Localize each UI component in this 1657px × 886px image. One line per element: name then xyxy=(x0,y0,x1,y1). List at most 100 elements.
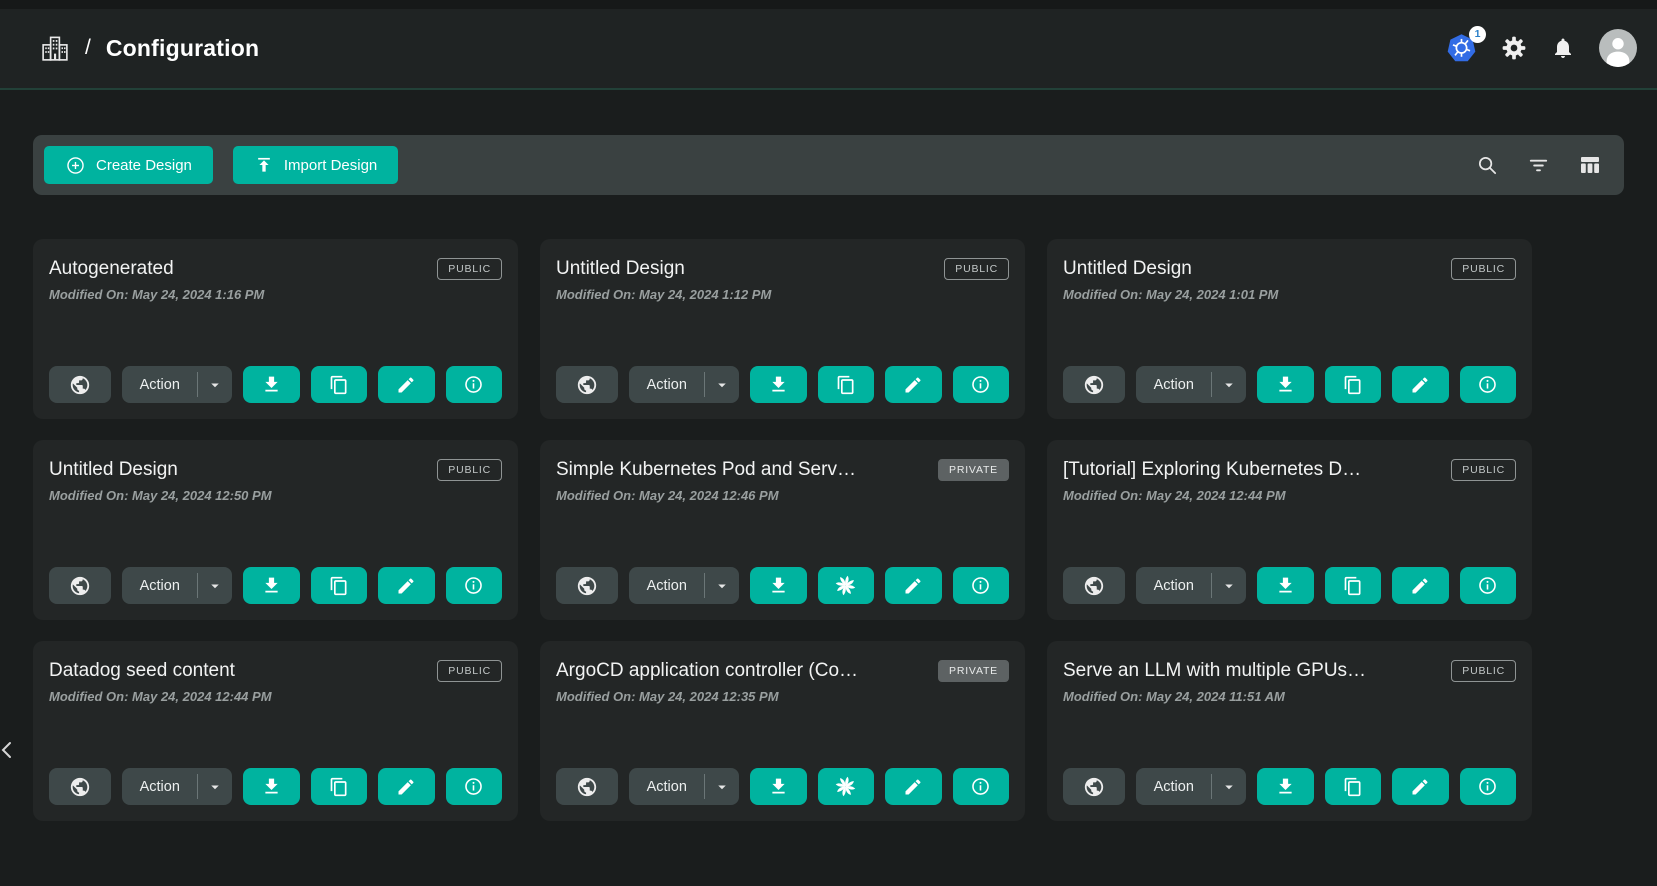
action-split-button[interactable]: Action xyxy=(629,567,739,604)
context-count-badge: 1 xyxy=(1469,26,1486,43)
clone-button[interactable] xyxy=(818,768,874,805)
action-button-label[interactable]: Action xyxy=(122,377,197,393)
visibility-globe-button[interactable] xyxy=(556,567,618,604)
download-button[interactable] xyxy=(750,567,806,604)
download-button[interactable] xyxy=(750,768,806,805)
download-button[interactable] xyxy=(1257,567,1313,604)
action-split-button[interactable]: Action xyxy=(1136,768,1246,805)
toolbar: Create Design Import Design xyxy=(33,135,1624,195)
clone-button[interactable] xyxy=(1325,768,1381,805)
download-button[interactable] xyxy=(243,366,299,403)
edit-button[interactable] xyxy=(378,567,434,604)
import-design-label: Import Design xyxy=(284,157,377,174)
clone-button[interactable] xyxy=(818,567,874,604)
action-button-label[interactable]: Action xyxy=(122,779,197,795)
edit-button[interactable] xyxy=(378,768,434,805)
action-button-label[interactable]: Action xyxy=(1136,779,1211,795)
edit-button[interactable] xyxy=(885,366,941,403)
notifications-button[interactable] xyxy=(1551,36,1575,60)
info-button[interactable] xyxy=(446,567,502,604)
action-dropdown-button[interactable] xyxy=(1212,376,1246,394)
action-dropdown-button[interactable] xyxy=(705,376,739,394)
edit-button[interactable] xyxy=(885,768,941,805)
clone-button[interactable] xyxy=(1325,366,1381,403)
action-dropdown-button[interactable] xyxy=(198,778,232,796)
kubernetes-context-button[interactable]: 1 xyxy=(1446,33,1477,64)
spiral-design-icon xyxy=(834,574,857,597)
visibility-globe-button[interactable] xyxy=(1063,366,1125,403)
action-split-button[interactable]: Action xyxy=(629,768,739,805)
visibility-globe-button[interactable] xyxy=(49,366,111,403)
edit-button[interactable] xyxy=(1392,366,1448,403)
edit-button[interactable] xyxy=(1392,768,1448,805)
create-design-button[interactable]: Create Design xyxy=(44,146,213,184)
plus-circle-icon xyxy=(65,155,86,176)
action-button-label[interactable]: Action xyxy=(122,578,197,594)
info-button[interactable] xyxy=(953,366,1009,403)
download-button[interactable] xyxy=(1257,366,1313,403)
action-split-button[interactable]: Action xyxy=(122,567,232,604)
table-view-button[interactable] xyxy=(1578,153,1602,177)
info-button[interactable] xyxy=(446,366,502,403)
clone-button[interactable] xyxy=(311,366,367,403)
action-dropdown-button[interactable] xyxy=(1212,577,1246,595)
action-split-button[interactable]: Action xyxy=(1136,567,1246,604)
info-button[interactable] xyxy=(953,567,1009,604)
action-split-button[interactable]: Action xyxy=(1136,366,1246,403)
visibility-globe-button[interactable] xyxy=(556,366,618,403)
info-button[interactable] xyxy=(1460,567,1516,604)
action-button-label[interactable]: Action xyxy=(629,377,704,393)
design-card: ArgoCD application controller (Co… PRIVA… xyxy=(540,641,1025,821)
drawer-collapse-button[interactable] xyxy=(0,731,21,769)
visibility-globe-button[interactable] xyxy=(49,768,111,805)
edit-button[interactable] xyxy=(378,366,434,403)
visibility-globe-button[interactable] xyxy=(49,567,111,604)
breadcrumb-separator: / xyxy=(85,36,91,60)
action-split-button[interactable]: Action xyxy=(122,366,232,403)
globe-icon xyxy=(69,374,91,396)
download-icon xyxy=(768,776,789,797)
globe-icon xyxy=(576,575,598,597)
design-card: Untitled Design PUBLIC Modified On: May … xyxy=(540,239,1025,419)
organization-building-icon[interactable] xyxy=(40,33,70,63)
search-button[interactable] xyxy=(1476,154,1499,177)
action-dropdown-button[interactable] xyxy=(705,577,739,595)
info-button[interactable] xyxy=(1460,366,1516,403)
toolbar-view-controls xyxy=(1476,153,1602,177)
card-actions: Action xyxy=(1063,366,1516,403)
visibility-globe-button[interactable] xyxy=(556,768,618,805)
action-button-label[interactable]: Action xyxy=(629,779,704,795)
visibility-globe-button[interactable] xyxy=(1063,768,1125,805)
import-design-button[interactable]: Import Design xyxy=(233,146,398,184)
info-button[interactable] xyxy=(953,768,1009,805)
user-avatar[interactable] xyxy=(1599,29,1637,67)
action-button-label[interactable]: Action xyxy=(629,578,704,594)
clone-button[interactable] xyxy=(311,567,367,604)
download-button[interactable] xyxy=(750,366,806,403)
clone-button[interactable] xyxy=(818,366,874,403)
info-button[interactable] xyxy=(446,768,502,805)
visibility-globe-button[interactable] xyxy=(1063,567,1125,604)
action-button-label[interactable]: Action xyxy=(1136,377,1211,393)
download-button[interactable] xyxy=(243,768,299,805)
action-dropdown-button[interactable] xyxy=(198,577,232,595)
filter-button[interactable] xyxy=(1527,154,1550,177)
edit-button[interactable] xyxy=(1392,567,1448,604)
download-button[interactable] xyxy=(243,567,299,604)
pencil-icon xyxy=(396,375,416,395)
clone-button[interactable] xyxy=(1325,567,1381,604)
copy-icon xyxy=(1343,375,1363,395)
info-button[interactable] xyxy=(1460,768,1516,805)
download-button[interactable] xyxy=(1257,768,1313,805)
settings-button[interactable] xyxy=(1501,35,1527,61)
clone-button[interactable] xyxy=(311,768,367,805)
edit-button[interactable] xyxy=(885,567,941,604)
filter-icon xyxy=(1527,154,1550,177)
action-dropdown-button[interactable] xyxy=(705,778,739,796)
action-dropdown-button[interactable] xyxy=(1212,778,1246,796)
action-split-button[interactable]: Action xyxy=(629,366,739,403)
design-title: Simple Kubernetes Pod and Serv… xyxy=(556,456,856,481)
action-button-label[interactable]: Action xyxy=(1136,578,1211,594)
action-split-button[interactable]: Action xyxy=(122,768,232,805)
action-dropdown-button[interactable] xyxy=(198,376,232,394)
